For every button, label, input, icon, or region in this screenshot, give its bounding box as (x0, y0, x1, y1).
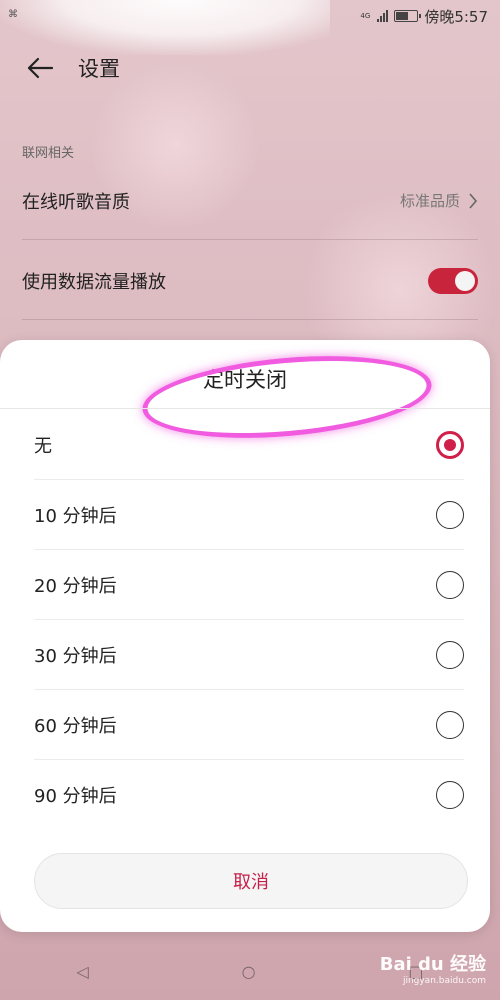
signal-icon (377, 10, 389, 22)
battery-icon (394, 10, 422, 22)
option-label: 10 分钟后 (34, 505, 117, 527)
row-value: 标准品质 (400, 190, 478, 211)
sleep-timer-dialog: 定时关闭 无 10 分钟后 20 分钟后 30 分钟后 60 分钟后 90 分钟… (0, 340, 490, 932)
back-arrow-icon[interactable] (20, 48, 60, 88)
watermark-url: jingyan.baidu.com (402, 976, 486, 986)
option-30min[interactable]: 30 分钟后 (34, 620, 464, 690)
nav-home-icon[interactable]: ○ (242, 962, 256, 981)
status-time: 傍晚5:57 (424, 7, 488, 26)
status-bar: ⌘ 4G 傍晚5:57 (0, 0, 500, 32)
nav-back-icon[interactable]: ◁ (76, 962, 88, 981)
row-label: 使用数据流量播放 (22, 271, 166, 293)
toggle-knob (455, 270, 475, 291)
page-title: 设置 (78, 57, 120, 81)
radio-icon[interactable] (436, 781, 464, 809)
option-list: 无 10 分钟后 20 分钟后 30 分钟后 60 分钟后 90 分钟后 (34, 410, 464, 830)
option-20min[interactable]: 20 分钟后 (34, 550, 464, 620)
row-label: 在线听歌音质 (22, 191, 130, 213)
network-type: 4G (360, 11, 371, 20)
watermark-text: Bai du 经验 (379, 954, 486, 975)
radio-icon[interactable] (436, 640, 464, 669)
app-header: 设置 (0, 48, 500, 88)
option-90min[interactable]: 90 分钟后 (34, 760, 464, 830)
option-label: 90 分钟后 (34, 786, 117, 807)
section-label: 联网相关 (22, 146, 75, 161)
radio-icon[interactable] (436, 570, 464, 599)
option-none[interactable]: 无 (34, 410, 464, 480)
option-label: 30 分钟后 (34, 645, 117, 667)
radio-icon[interactable] (436, 500, 464, 529)
option-60min[interactable]: 60 分钟后 (34, 690, 464, 760)
chevron-right-icon (469, 192, 478, 209)
radio-selected-icon[interactable] (436, 430, 464, 459)
option-label: 20 分钟后 (34, 575, 117, 597)
notification-icon: ⌘ (8, 9, 18, 20)
row-mobile-data: 使用数据流量播放 (22, 242, 478, 320)
option-10min[interactable]: 10 分钟后 (34, 480, 464, 550)
divider (0, 408, 490, 409)
baidu-watermark: Bai du 经验 jingyan.baidu.com (380, 950, 486, 986)
quality-value: 标准品质 (399, 192, 460, 210)
option-label: 60 分钟后 (34, 715, 117, 737)
cancel-button[interactable]: 取消 (34, 853, 468, 909)
option-label: 无 (34, 435, 52, 457)
radio-icon[interactable] (436, 710, 464, 739)
mobile-data-toggle[interactable] (428, 267, 478, 294)
row-audio-quality[interactable]: 在线听歌音质 标准品质 (22, 162, 478, 240)
